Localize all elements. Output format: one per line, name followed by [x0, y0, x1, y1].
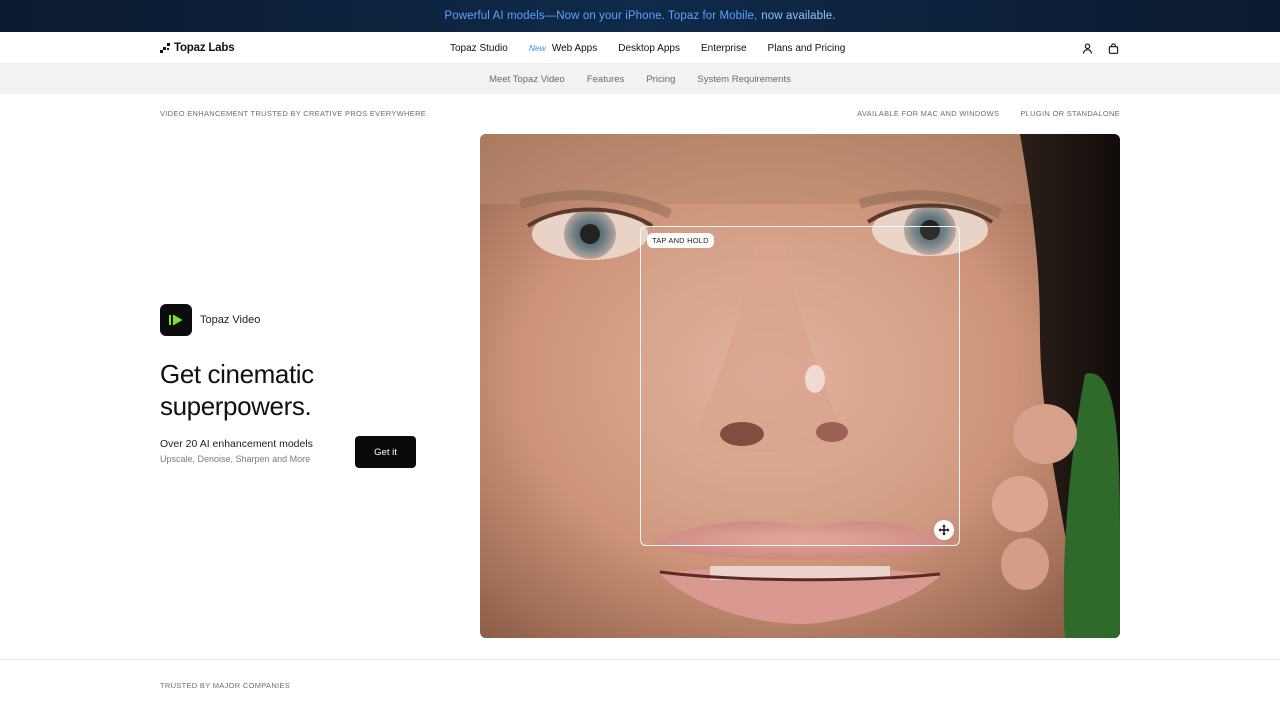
move-handle-icon[interactable] — [934, 520, 954, 540]
nav-plans-pricing[interactable]: Plans and Pricing — [768, 43, 846, 54]
feature-subtitle: Upscale, Denoise, Sharpen and More — [160, 454, 311, 464]
feature-title: Over 20 AI enhancement models — [160, 438, 313, 450]
tagline-mac-windows: AVAILABLE FOR MAC AND WINDOWS — [857, 109, 1000, 118]
tagline-left: VIDEO ENHANCEMENT TRUSTED BY CREATIVE PR… — [160, 109, 429, 118]
nav-enterprise[interactable]: Enterprise — [701, 43, 747, 54]
tagline-right: AVAILABLE FOR MAC AND WINDOWS PLUGIN OR … — [857, 109, 1120, 118]
section-divider — [0, 659, 1280, 660]
subnav-features[interactable]: Features — [587, 74, 625, 85]
subnav-meet-topaz-video[interactable]: Meet Topaz Video — [489, 74, 565, 85]
nav-web-apps[interactable]: Web Apps — [552, 43, 597, 54]
announcement-link[interactable]: now available. — [761, 10, 835, 22]
hero-headline: Get cinematic superpowers. — [160, 359, 314, 421]
compare-frame[interactable]: TAP AND HOLD — [640, 226, 960, 546]
topaz-video-icon — [160, 304, 192, 336]
shopping-bag-icon[interactable] — [1106, 41, 1120, 55]
hero-comparison-image[interactable]: TAP AND HOLD — [480, 134, 1120, 638]
nav-desktop-apps[interactable]: Desktop Apps — [618, 43, 680, 54]
announcement-bar[interactable]: Powerful AI models—Now on your iPhone. T… — [0, 0, 1280, 32]
announcement-text: Powerful AI models—Now on your iPhone. T… — [444, 10, 758, 22]
tagline-plugin: PLUGIN OR STANDALONE — [1020, 109, 1120, 118]
nav-icons — [1080, 41, 1120, 55]
nav-links: Topaz Studio New Web Apps Desktop Apps E… — [450, 32, 866, 64]
get-it-button[interactable]: Get it — [355, 436, 416, 468]
trusted-label: TRUSTED BY MAJOR COMPANIES — [160, 681, 291, 690]
subnav-system-requirements[interactable]: System Requirements — [697, 74, 790, 85]
subnav-pricing[interactable]: Pricing — [646, 74, 675, 85]
logo[interactable]: Topaz Labs — [160, 41, 235, 55]
product-badge: Topaz Video — [160, 304, 260, 336]
user-icon[interactable] — [1080, 41, 1094, 55]
logo-text: Topaz Labs — [174, 42, 235, 54]
main-nav: Topaz Labs Topaz Studio New Web Apps Des… — [0, 32, 1280, 64]
topaz-logo-icon — [160, 43, 170, 53]
new-badge: New — [528, 43, 546, 53]
sub-nav: Meet Topaz Video Features Pricing System… — [0, 64, 1280, 94]
tap-and-hold-label: TAP AND HOLD — [647, 233, 714, 248]
nav-topaz-studio[interactable]: Topaz Studio — [450, 43, 508, 54]
product-name: Topaz Video — [200, 314, 261, 326]
